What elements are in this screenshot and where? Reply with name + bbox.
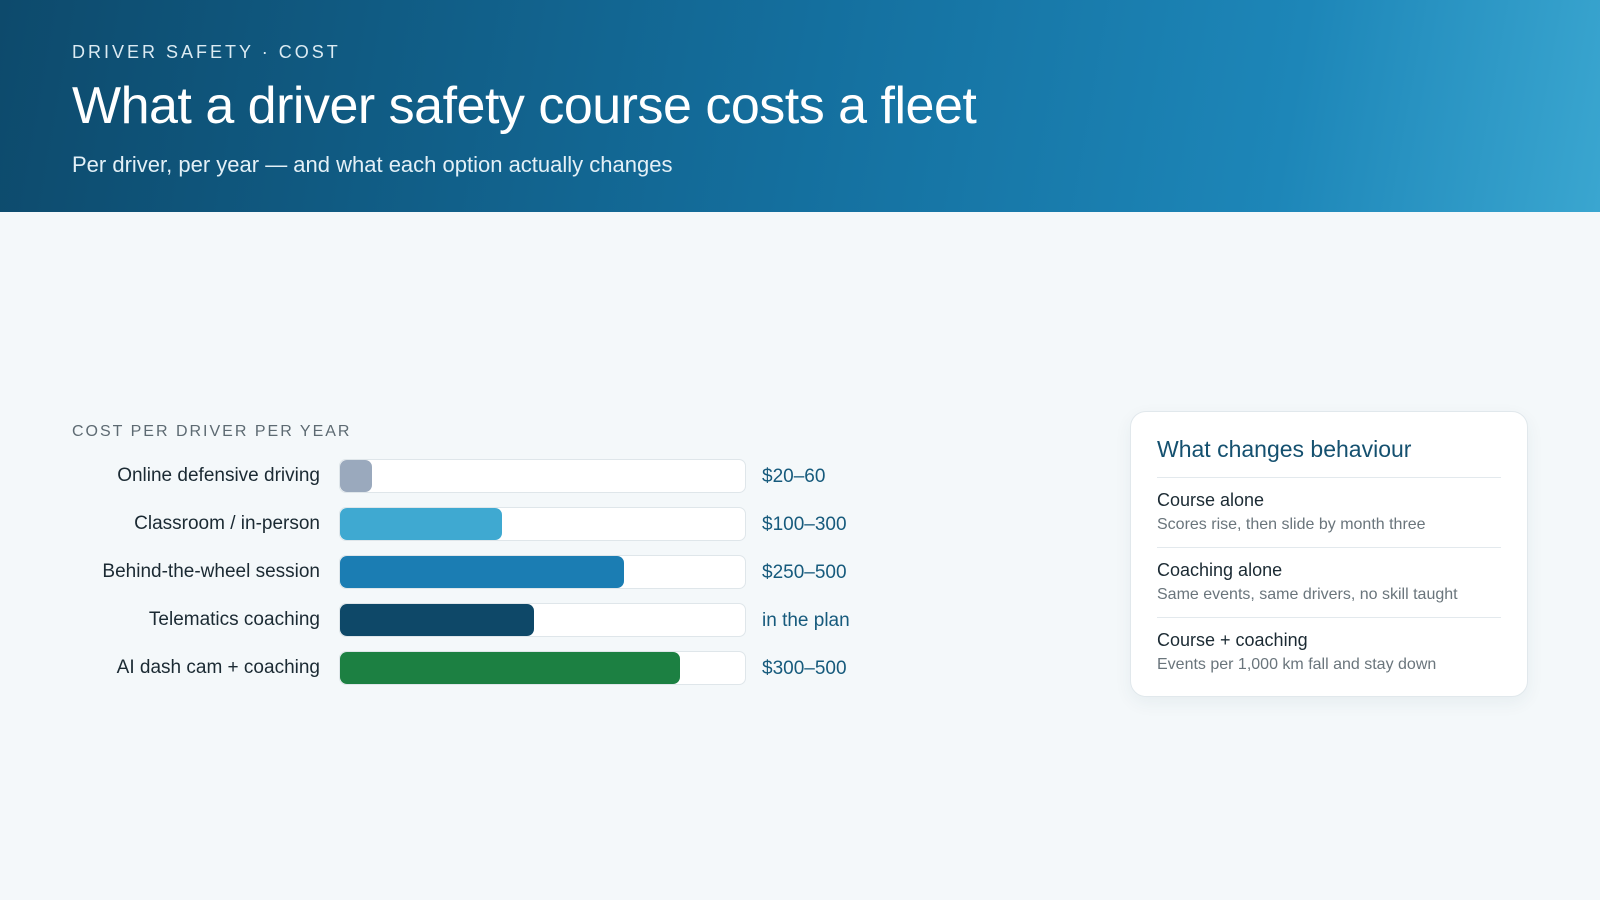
chart-row: Behind-the-wheel session $250–500	[0, 555, 900, 589]
bar-value-label: $250–500	[762, 562, 847, 583]
card-item: Course alone Scores rise, then slide by …	[1157, 478, 1501, 548]
card-item-desc: Events per 1,000 km fall and stay down	[1157, 656, 1437, 673]
bar-category-label: Telematics coaching	[148, 609, 320, 630]
page-title: What a driver safety course costs a flee…	[72, 77, 977, 135]
bar-track	[339, 651, 746, 685]
header-banner: DRIVER SAFETY · COST What a driver safet…	[0, 0, 1600, 212]
card-item-head: Course alone	[1157, 490, 1265, 510]
bar-value-label: $20–60	[762, 466, 826, 487]
bar	[340, 508, 502, 540]
bar-value-label: $300–500	[762, 658, 847, 679]
bar-category-label: Online defensive driving	[117, 465, 320, 486]
chart-row: Telematics coaching in the plan	[0, 603, 900, 637]
card-item: Coaching alone Same events, same drivers…	[1157, 548, 1501, 618]
chart-row: Online defensive driving $20–60	[0, 459, 900, 493]
card-item: Course + coaching Events per 1,000 km fa…	[1157, 618, 1501, 688]
bar-track	[339, 507, 746, 541]
bar-value-label: $100–300	[762, 514, 847, 535]
bar-track	[339, 603, 746, 637]
behaviour-card: What changes behaviour Course alone Scor…	[1130, 411, 1528, 697]
bar-track	[339, 459, 746, 493]
chart-row: Classroom / in-person $100–300	[0, 507, 900, 541]
page-subtitle: Per driver, per year — and what each opt…	[72, 152, 673, 177]
bar	[340, 460, 372, 492]
card-item-head: Coaching alone	[1157, 560, 1283, 580]
bar-track	[339, 555, 746, 589]
bar-category-label: AI dash cam + coaching	[116, 657, 320, 678]
chart-row: AI dash cam + coaching $300–500	[0, 651, 900, 685]
chart-title: COST PER DRIVER PER YEAR	[72, 423, 352, 440]
eyebrow-label: DRIVER SAFETY · COST	[72, 42, 341, 62]
card-item-desc: Scores rise, then slide by month three	[1157, 516, 1426, 533]
bar-category-label: Behind-the-wheel session	[102, 561, 320, 582]
bar-category-label: Classroom / in-person	[134, 513, 320, 534]
card-item-head: Course + coaching	[1157, 630, 1308, 650]
card-item-desc: Same events, same drivers, no skill taug…	[1157, 586, 1458, 603]
bar	[340, 604, 534, 636]
bar-value-label: in the plan	[762, 610, 850, 631]
card-title: What changes behaviour	[1157, 436, 1501, 478]
bar	[340, 556, 624, 588]
bar	[340, 652, 680, 684]
